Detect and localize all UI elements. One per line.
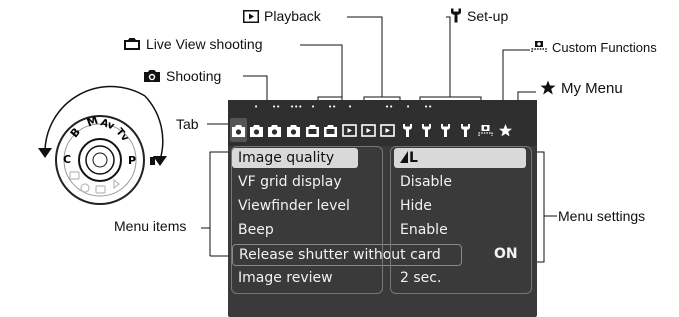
mode-dial: C B M Av Tv P bbox=[38, 85, 167, 205]
tab-playback-1[interactable] bbox=[342, 122, 357, 138]
arc-arrow-right bbox=[144, 95, 164, 161]
menu-row-image-quality[interactable]: Image quality L bbox=[228, 148, 537, 170]
tab-playback-2[interactable] bbox=[361, 122, 376, 138]
menu-item-name: Image quality bbox=[232, 148, 358, 168]
tab-setup-1[interactable] bbox=[400, 122, 415, 138]
tab-page-dots: •• bbox=[328, 103, 337, 111]
mode-c: C bbox=[63, 153, 71, 166]
menu-row-release-shutter[interactable]: Release shutter without card ON bbox=[228, 244, 537, 266]
tab-custom-functions[interactable] bbox=[478, 122, 493, 138]
tab-live-view-2[interactable] bbox=[323, 122, 338, 138]
menu-item-value: Enable bbox=[400, 222, 448, 238]
tab-page-dots: ••• bbox=[290, 103, 303, 111]
tab-live-view-1[interactable] bbox=[305, 122, 320, 138]
tab-shooting-2[interactable] bbox=[249, 122, 264, 138]
menu-screen: • •• ••• • •• • •• • •• Image quality L … bbox=[228, 100, 537, 317]
tab-my-menu[interactable] bbox=[498, 122, 513, 138]
mode-p: P bbox=[128, 154, 136, 167]
tab-page-dots: • bbox=[348, 103, 353, 111]
tab-page-dots: • bbox=[254, 103, 259, 111]
tab-page-dots: • bbox=[406, 103, 411, 111]
menu-row-vf-grid[interactable]: VF grid display Disable bbox=[228, 172, 537, 194]
menu-item-name: Viewfinder level bbox=[238, 198, 350, 214]
menu-item-name: Image review bbox=[238, 270, 333, 286]
menu-row-beep[interactable]: Beep Enable bbox=[228, 220, 537, 242]
tab-shooting-4[interactable] bbox=[286, 122, 301, 138]
menu-item-name: Release shutter without card bbox=[232, 244, 462, 266]
tab-setup-3[interactable] bbox=[438, 122, 453, 138]
tab-setup-4[interactable] bbox=[458, 122, 473, 138]
menu-row-image-review[interactable]: Image review 2 sec. bbox=[228, 268, 537, 290]
tab-page-dots: •• bbox=[385, 103, 394, 111]
tab-bar: • •• ••• • •• • •• • •• bbox=[228, 100, 537, 146]
tab-page-dots: • bbox=[311, 103, 316, 111]
menu-item-value: 2 sec. bbox=[400, 270, 442, 286]
tab-page-dots: •• bbox=[424, 103, 433, 111]
menu-item-name: Beep bbox=[238, 222, 274, 238]
menu-row-viewfinder-level[interactable]: Viewfinder level Hide bbox=[228, 196, 537, 218]
tab-playback-3[interactable] bbox=[380, 122, 395, 138]
tab-setup-2[interactable] bbox=[419, 122, 434, 138]
quality-icon bbox=[400, 151, 408, 163]
tab-page-dots: •• bbox=[272, 103, 281, 111]
menu-item-value: ON bbox=[494, 246, 518, 262]
menu-item-value: Hide bbox=[400, 198, 432, 214]
menu-item-value: Disable bbox=[400, 174, 452, 190]
menu-item-value: L bbox=[394, 148, 526, 168]
tab-shooting-1[interactable] bbox=[231, 122, 246, 138]
menu-item-name: VF grid display bbox=[238, 174, 342, 190]
tab-shooting-3[interactable] bbox=[267, 122, 282, 138]
